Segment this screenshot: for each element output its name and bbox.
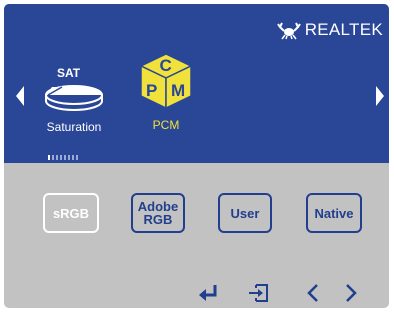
- page-indicator-segment: [56, 155, 58, 160]
- option-label: Adobe RGB: [138, 200, 178, 226]
- page-indicator-segment: [68, 155, 70, 160]
- enter-icon: [199, 285, 217, 301]
- menu-item-label: PCM: [152, 118, 180, 132]
- page-indicator-segment: [72, 155, 74, 160]
- pcm-letter-m: M: [171, 81, 185, 100]
- option-adobe-rgb-button[interactable]: Adobe RGB: [131, 193, 185, 233]
- page-indicator: [48, 155, 78, 160]
- chevron-left-icon: [307, 284, 318, 302]
- triangle-left-icon: [16, 86, 24, 106]
- next-button[interactable]: [340, 282, 362, 304]
- option-srgb-button[interactable]: sRGB: [43, 193, 99, 233]
- brand-name: REALTEK: [304, 20, 383, 39]
- enter-button[interactable]: [197, 282, 219, 304]
- saturation-dial-icon: SAT: [45, 66, 103, 111]
- page-indicator-segment: [60, 155, 62, 160]
- pcm-cube-icon: C P M: [139, 53, 193, 110]
- chevron-right-icon: [346, 284, 357, 302]
- page-indicator-segment: [76, 155, 78, 160]
- option-native-button[interactable]: Native: [306, 193, 362, 233]
- option-label: User: [230, 205, 260, 221]
- option-user-button[interactable]: User: [218, 193, 272, 233]
- menu-item-label: Saturation: [46, 120, 102, 134]
- saturation-icon-text: SAT: [57, 66, 81, 80]
- osd-menu: REALTEK SAT Saturation C P M PCM sRGB Ad…: [4, 4, 389, 308]
- scroll-left-button[interactable]: [14, 84, 26, 108]
- triangle-right-icon: [376, 86, 384, 106]
- menu-item-pcm[interactable]: C P M PCM: [132, 52, 200, 132]
- realtek-crab-logo-icon: [276, 20, 301, 40]
- exit-button[interactable]: [248, 282, 270, 304]
- page-indicator-segment: [52, 155, 54, 160]
- brand: REALTEK: [276, 18, 383, 42]
- scroll-right-button[interactable]: [374, 84, 386, 108]
- pcm-letter-p: P: [146, 81, 157, 100]
- option-label: Native: [314, 205, 354, 221]
- pcm-letter-c: C: [160, 56, 172, 75]
- menu-item-saturation[interactable]: SAT Saturation: [34, 65, 114, 134]
- exit-icon: [249, 284, 268, 302]
- page-indicator-segment: [64, 155, 66, 160]
- menu-panel: REALTEK SAT Saturation C P M PCM: [4, 4, 389, 163]
- page-indicator-segment: [48, 155, 50, 160]
- previous-button[interactable]: [302, 282, 324, 304]
- option-label: sRGB: [52, 205, 90, 221]
- option-label-line2: RGB: [143, 212, 173, 227]
